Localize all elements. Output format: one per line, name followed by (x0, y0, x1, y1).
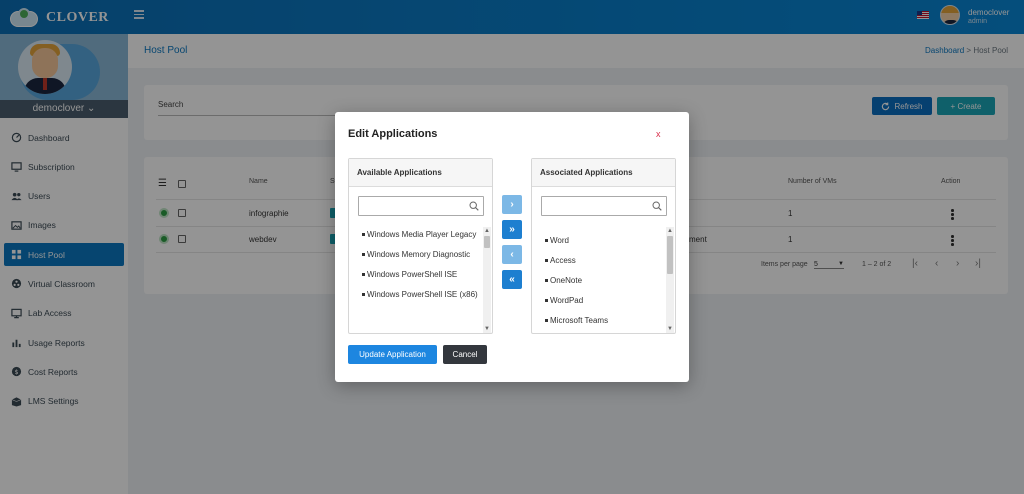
associated-search-field[interactable] (541, 196, 667, 216)
available-applications-list[interactable]: Windows Media Player Legacy Windows Memo… (349, 227, 494, 333)
bullet-icon (362, 273, 365, 277)
bullet-icon (545, 239, 548, 243)
available-search-input[interactable] (359, 197, 467, 215)
list-item[interactable]: Windows Media Player Legacy (349, 229, 494, 240)
list-item-label: Windows Memory Diagnostic (367, 250, 471, 259)
scroll-up-icon[interactable]: ▲ (666, 227, 674, 235)
scrollbar-thumb[interactable] (667, 236, 673, 274)
list-item[interactable]: OneNote (532, 275, 677, 286)
search-icon (469, 201, 479, 211)
associated-applications-panel: Associated Applications Word Access OneN… (531, 158, 676, 334)
list-item[interactable]: WordPad (532, 295, 677, 306)
move-all-right-button[interactable]: » (502, 220, 522, 239)
list-item[interactable]: Microsoft Teams (532, 315, 677, 326)
list-item-label: OneNote (550, 276, 583, 285)
scroll-down-icon[interactable]: ▼ (666, 325, 674, 333)
bullet-icon (545, 319, 548, 323)
scroll-down-icon[interactable]: ▼ (483, 325, 491, 333)
bullet-icon (362, 293, 365, 297)
bullet-icon (362, 233, 365, 237)
list-item-label: Word (550, 236, 569, 245)
list-item-label: Windows PowerShell ISE (367, 270, 458, 279)
list-item-label: Windows Media Player Legacy (367, 230, 477, 239)
list-item[interactable]: Windows PowerShell ISE (349, 269, 494, 280)
edit-applications-dialog: Edit Applications x Available Applicatio… (335, 112, 689, 382)
list-item-label: Windows PowerShell ISE (x86) (367, 290, 478, 299)
bullet-icon (545, 279, 548, 283)
associated-list-scrollbar[interactable]: ▲ ▼ (666, 227, 674, 333)
list-item[interactable]: Access (532, 255, 677, 266)
associated-applications-header: Associated Applications (532, 159, 675, 187)
update-application-button[interactable]: Update Application (348, 345, 437, 364)
bullet-icon (545, 259, 548, 263)
list-item-label: WordPad (550, 296, 584, 305)
associated-applications-list[interactable]: Word Access OneNote WordPad Microsoft Te… (532, 227, 677, 333)
move-selected-right-button[interactable]: › (502, 195, 522, 214)
list-item[interactable]: Windows PowerShell ISE (x86) (349, 289, 494, 300)
close-button[interactable]: x (656, 129, 661, 139)
available-list-scrollbar[interactable]: ▲ ▼ (483, 227, 491, 333)
search-icon (652, 201, 662, 211)
list-item[interactable]: Word (532, 235, 677, 246)
move-all-left-button[interactable]: « (502, 270, 522, 289)
list-item-label: Access (550, 256, 576, 265)
available-applications-panel: Available Applications Windows Media Pla… (348, 158, 493, 334)
bullet-icon (362, 253, 365, 257)
scrollbar-thumb[interactable] (484, 236, 490, 248)
list-item[interactable]: Windows Memory Diagnostic (349, 249, 494, 260)
list-item-label: Microsoft Teams (550, 316, 609, 325)
available-applications-header: Available Applications (349, 159, 492, 187)
available-search-field[interactable] (358, 196, 484, 216)
associated-search-input[interactable] (542, 197, 650, 215)
scroll-up-icon[interactable]: ▲ (483, 227, 491, 235)
bullet-icon (545, 299, 548, 303)
move-selected-left-button[interactable]: ‹ (502, 245, 522, 264)
modal-title: Edit Applications (348, 128, 438, 140)
cancel-button[interactable]: Cancel (443, 345, 487, 364)
